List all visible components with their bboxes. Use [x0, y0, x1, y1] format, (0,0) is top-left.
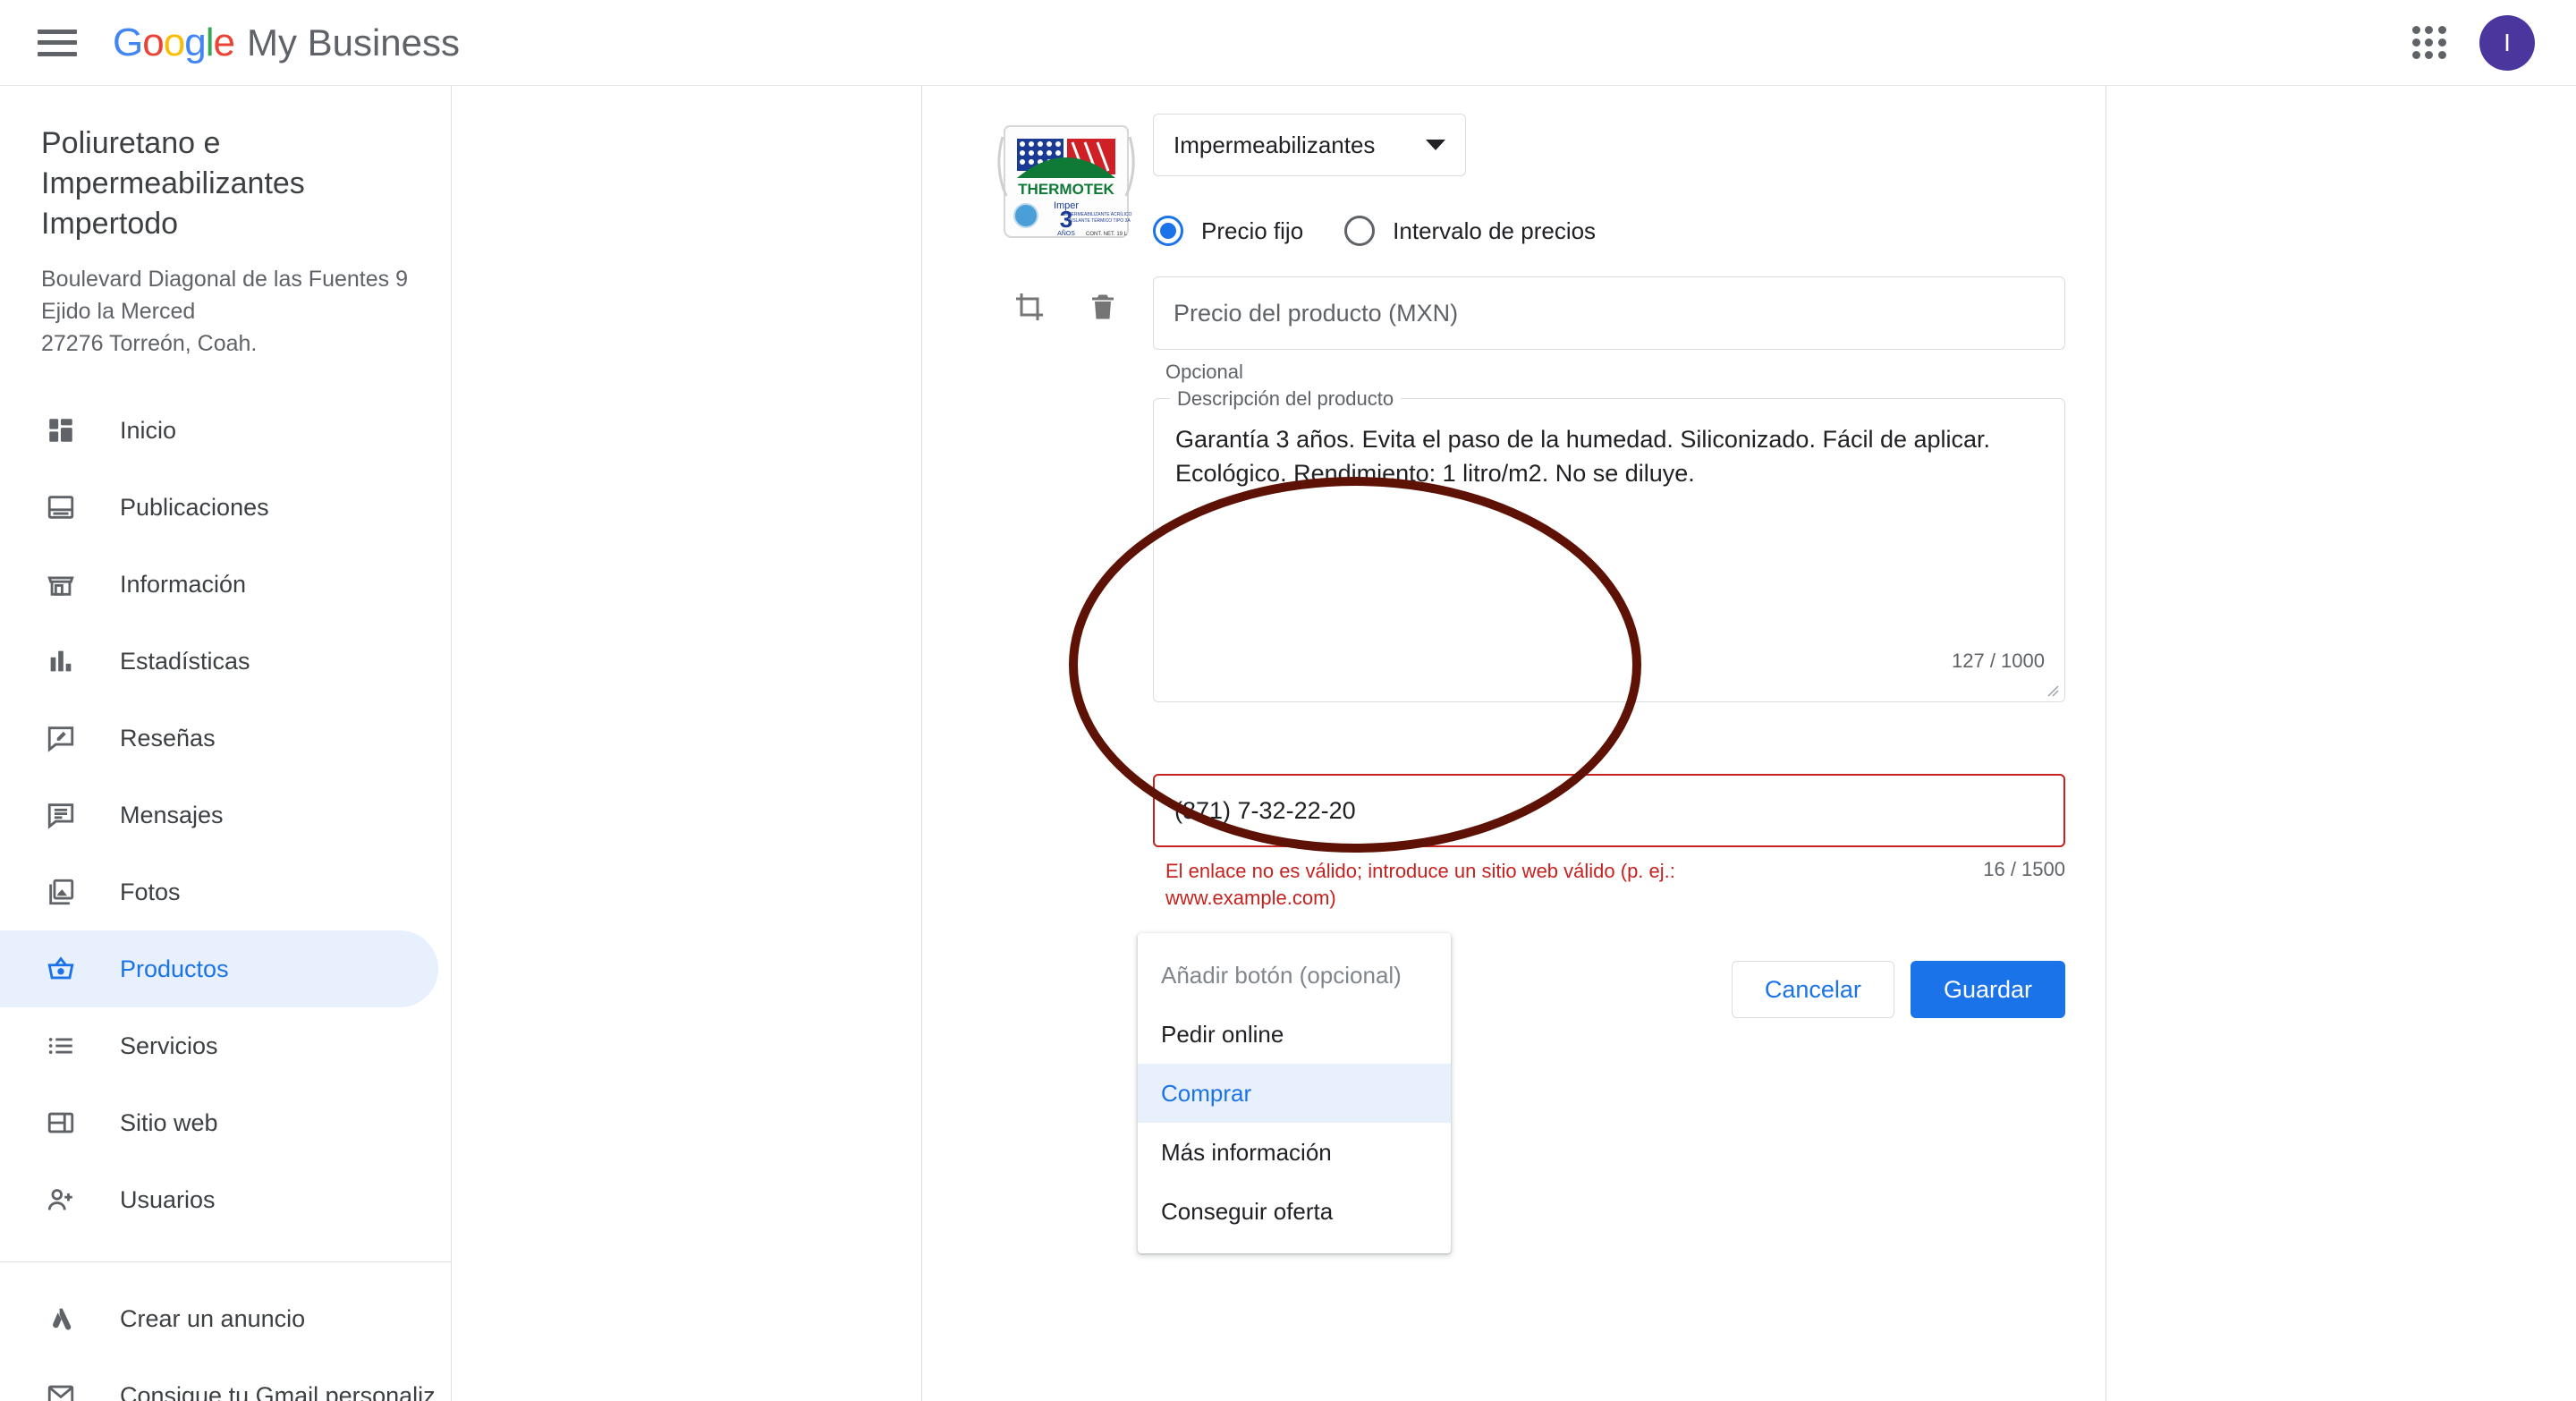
hamburger-menu-icon[interactable]: [38, 30, 77, 56]
trash-icon[interactable]: [1087, 291, 1119, 323]
svg-text:AÑOS: AÑOS: [1057, 229, 1075, 237]
sidebar-item-crear-anuncio[interactable]: Crear un anuncio: [0, 1280, 438, 1357]
sidebar-item-label: Crear un anuncio: [120, 1305, 305, 1333]
sidebar-item-label: Sitio web: [120, 1109, 218, 1137]
chevron-down-icon: [1426, 140, 1445, 150]
dropdown-option-mas-informacion[interactable]: Más información: [1138, 1123, 1451, 1182]
radio-precio-fijo-label: Precio fijo: [1201, 217, 1303, 245]
business-address: Boulevard Diagonal de las Fuentes 9 Ejid…: [41, 263, 415, 361]
dropdown-option-pedir-online[interactable]: Pedir online: [1138, 1005, 1451, 1064]
product-form: 58 / 58 Impermeabilizantes Precio fijo I…: [1153, 86, 2065, 1018]
product-name-label: My Business: [247, 21, 460, 64]
sidebar-item-resenas[interactable]: Reseñas: [0, 700, 438, 777]
apps-grid-icon[interactable]: [2410, 23, 2449, 63]
sidebar-item-label: Usuarios: [120, 1186, 216, 1214]
brand-logo: Google My Business: [113, 21, 460, 65]
button-url-input[interactable]: (871) 7-32-22-20: [1153, 774, 2065, 847]
sidebar-item-label: Consigue tu Gmail personaliz…: [120, 1382, 452, 1401]
product-edit-card: THERMOTEK Imper 3 AÑOS IMPERMEABILIZANTE…: [921, 86, 2106, 1401]
list-icon: [41, 1026, 80, 1066]
save-button[interactable]: Guardar: [1911, 961, 2065, 1018]
address-line-3: 27276 Torreón, Coah.: [41, 327, 415, 360]
svg-text:IMPERMEABILIZANTE ACRÍLICO: IMPERMEABILIZANTE ACRÍLICO: [1063, 211, 1132, 217]
price-input[interactable]: Precio del producto (MXN): [1153, 276, 2065, 350]
sidebar-item-label: Productos: [120, 955, 229, 983]
sidebar-nav: Inicio Publicaciones Información Estadís…: [0, 392, 451, 1401]
radio-precio-fijo[interactable]: [1153, 216, 1183, 246]
sidebar-item-mensajes[interactable]: Mensajes: [0, 777, 438, 853]
description-value: Garantía 3 años. Evita el paso de la hum…: [1175, 422, 2043, 491]
google-logo: Google: [113, 21, 234, 65]
button-url-value: (871) 7-32-22-20: [1174, 797, 1356, 825]
dashboard-icon: [41, 411, 80, 450]
url-error-message: El enlace no es válido; introduce un sit…: [1165, 858, 1720, 911]
svg-text:CONT. NET. 19 L: CONT. NET. 19 L: [1086, 232, 1128, 237]
radio-intervalo-precios[interactable]: [1344, 216, 1375, 246]
sidebar-item-label: Fotos: [120, 879, 181, 906]
crop-icon[interactable]: [1013, 291, 1046, 323]
sidebar-item-gmail[interactable]: Consigue tu Gmail personaliz…: [0, 1357, 438, 1401]
product-thumbnail: THERMOTEK Imper 3 AÑOS IMPERMEABILIZANTE…: [981, 101, 1151, 271]
description-textarea[interactable]: Descripción del producto Garantía 3 años…: [1153, 398, 2065, 702]
sidebar-item-publicaciones[interactable]: Publicaciones: [0, 469, 438, 546]
textarea-resize-handle[interactable]: [2043, 681, 2059, 697]
sidebar-item-inicio[interactable]: Inicio: [0, 392, 438, 469]
dropdown-option-comprar[interactable]: Comprar: [1138, 1064, 1451, 1123]
sidebar-item-fotos[interactable]: Fotos: [0, 853, 438, 930]
top-app-bar: Google My Business I: [0, 0, 2576, 86]
photos-icon: [41, 872, 80, 912]
message-lines-icon: [41, 795, 80, 835]
description-counter: 127 / 1000: [1952, 650, 2045, 673]
sidebar-item-estadisticas[interactable]: Estadísticas: [0, 623, 438, 700]
cancel-button[interactable]: Cancelar: [1732, 961, 1894, 1018]
url-counter: 16 / 1500: [1983, 858, 2065, 881]
top-bar-actions: I: [2410, 15, 2535, 71]
business-name: Poliuretano e Impermeabilizantes Imperto…: [41, 123, 415, 245]
dropdown-placeholder: Añadir botón (opcional): [1138, 946, 1451, 1005]
svg-text:Y AISLANTE TÉRMICO TIPO 3A: Y AISLANTE TÉRMICO TIPO 3A: [1064, 217, 1131, 224]
sidebar-item-label: Mensajes: [120, 802, 224, 829]
button-type-dropdown: Añadir botón (opcional) Pedir online Com…: [1138, 933, 1451, 1253]
main-content: THERMOTEK Imper 3 AÑOS IMPERMEABILIZANTE…: [452, 86, 2576, 1401]
person-add-icon: [41, 1180, 80, 1219]
ads-icon: [41, 1299, 80, 1338]
avatar[interactable]: I: [2479, 15, 2535, 71]
sidebar-item-label: Servicios: [120, 1032, 218, 1060]
url-error-row: El enlace no es válido; introduce un sit…: [1153, 858, 2065, 911]
product-image-column: THERMOTEK Imper 3 AÑOS IMPERMEABILIZANTE…: [963, 101, 1169, 323]
post-icon: [41, 488, 80, 527]
description-legend: Descripción del producto: [1170, 387, 1401, 411]
gmail-icon: [41, 1376, 80, 1401]
svg-text:THERMOTEK: THERMOTEK: [1018, 181, 1114, 198]
radio-intervalo-precios-label: Intervalo de precios: [1393, 217, 1596, 245]
bar-chart-icon: [41, 641, 80, 681]
sidebar-item-label: Reseñas: [120, 725, 216, 752]
sidebar-item-informacion[interactable]: Información: [0, 546, 438, 623]
sidebar-item-label: Publicaciones: [120, 494, 269, 522]
basket-icon: [41, 949, 80, 989]
website-layout-icon: [41, 1103, 80, 1142]
image-actions: [963, 291, 1169, 323]
sidebar-divider: [0, 1261, 451, 1262]
sidebar-item-label: Información: [120, 571, 246, 599]
sidebar-item-usuarios[interactable]: Usuarios: [0, 1161, 438, 1238]
address-line-1: Boulevard Diagonal de las Fuentes 9: [41, 263, 415, 295]
sidebar: Poliuretano e Impermeabilizantes Imperto…: [0, 86, 452, 1401]
dropdown-option-conseguir-oferta[interactable]: Conseguir oferta: [1138, 1182, 1451, 1241]
sidebar-item-label: Estadísticas: [120, 648, 250, 675]
price-helper-text: Opcional: [1153, 361, 2065, 384]
review-pencil-icon: [41, 718, 80, 758]
storefront-icon: [41, 565, 80, 604]
category-select[interactable]: Impermeabilizantes: [1153, 114, 1466, 176]
sidebar-item-servicios[interactable]: Servicios: [0, 1007, 438, 1084]
address-line-2: Ejido la Merced: [41, 295, 415, 327]
sidebar-item-productos[interactable]: Productos: [0, 930, 438, 1007]
sidebar-item-sitio-web[interactable]: Sitio web: [0, 1084, 438, 1161]
category-value: Impermeabilizantes: [1174, 132, 1375, 159]
price-placeholder: Precio del producto (MXN): [1174, 300, 1458, 327]
sidebar-item-label: Inicio: [120, 417, 176, 445]
price-type-radio-group: Precio fijo Intervalo de precios: [1153, 216, 2065, 246]
